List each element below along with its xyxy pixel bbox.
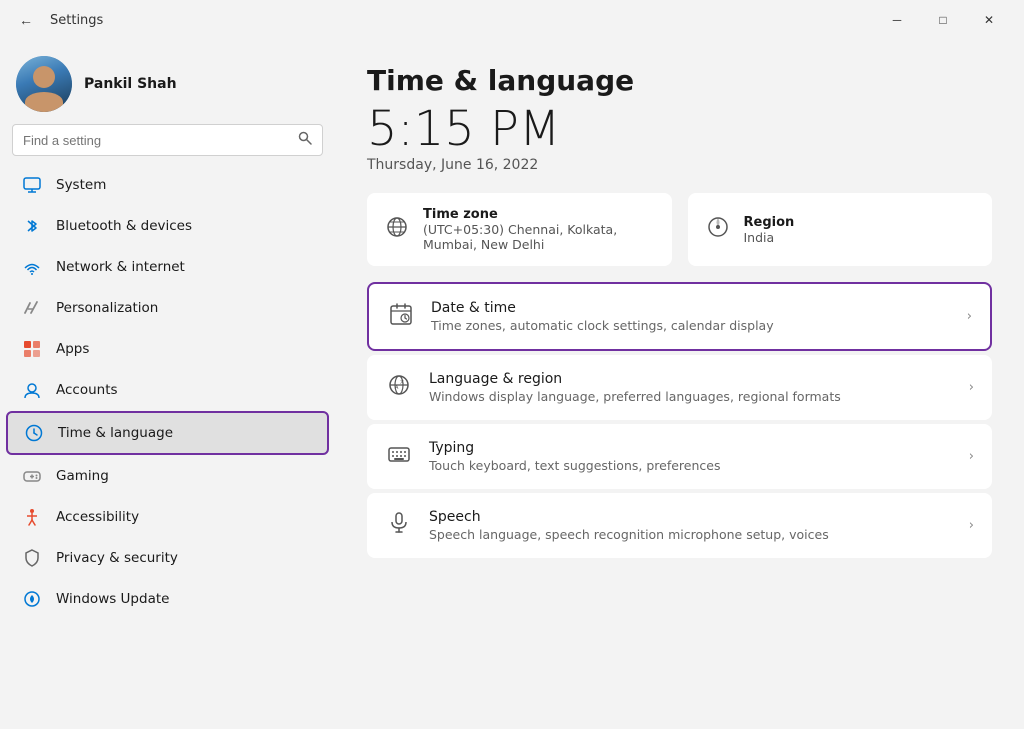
page-title: Time & language: [367, 64, 992, 97]
close-button[interactable]: ✕: [966, 4, 1012, 36]
sidebar-item-update[interactable]: Windows Update: [6, 579, 329, 619]
timezone-value: (UTC+05:30) Chennai, Kolkata, Mumbai, Ne…: [423, 222, 654, 252]
sidebar-item-accounts[interactable]: Accounts: [6, 370, 329, 410]
setting-speech[interactable]: Speech Speech language, speech recogniti…: [367, 493, 992, 558]
date-time-chevron: ›: [967, 309, 972, 324]
sidebar-label-personalization: Personalization: [56, 300, 158, 316]
sidebar-label-apps: Apps: [56, 341, 89, 357]
setting-language-region[interactable]: A文 Language & region Windows display lan…: [367, 355, 992, 420]
region-text: Region India: [744, 215, 795, 245]
title-bar: ← Settings ─ □ ✕: [0, 0, 1024, 40]
svg-text:A: A: [395, 385, 399, 391]
app-body: Pankil Shah System: [0, 40, 1024, 729]
language-region-text: Language & region Windows display langua…: [429, 371, 953, 404]
timezone-card: Time zone (UTC+05:30) Chennai, Kolkata, …: [367, 193, 672, 266]
time-icon: [24, 423, 44, 443]
speech-chevron: ›: [969, 518, 974, 533]
sidebar-item-accessibility[interactable]: Accessibility: [6, 497, 329, 537]
sidebar-item-privacy[interactable]: Privacy & security: [6, 538, 329, 578]
sidebar-label-network: Network & internet: [56, 259, 185, 275]
title-bar-left: ← Settings: [12, 6, 103, 34]
system-icon: [22, 175, 42, 195]
nav-menu: System Bluetooth & devices Network & int…: [0, 164, 335, 620]
accounts-icon: [22, 380, 42, 400]
current-time: 5:15 PM: [367, 105, 992, 153]
sidebar-label-update: Windows Update: [56, 591, 169, 607]
search-input[interactable]: [23, 133, 290, 148]
date-time-icon: [387, 302, 415, 332]
sidebar-label-time: Time & language: [58, 425, 173, 441]
language-icon: A文: [385, 373, 413, 403]
gaming-icon: [22, 466, 42, 486]
sidebar: Pankil Shah System: [0, 40, 335, 729]
user-name: Pankil Shah: [84, 76, 177, 92]
sidebar-label-privacy: Privacy & security: [56, 550, 178, 566]
privacy-icon: [22, 548, 42, 568]
search-box: [12, 124, 323, 156]
timezone-label: Time zone: [423, 207, 654, 222]
search-icon: [298, 131, 312, 149]
sidebar-label-accounts: Accounts: [56, 382, 118, 398]
typing-chevron: ›: [969, 449, 974, 464]
speech-text: Speech Speech language, speech recogniti…: [429, 509, 953, 542]
language-chevron: ›: [969, 380, 974, 395]
date-time-text: Date & time Time zones, automatic clock …: [431, 300, 951, 333]
setting-typing[interactable]: Typing Touch keyboard, text suggestions,…: [367, 424, 992, 489]
sidebar-label-accessibility: Accessibility: [56, 509, 139, 525]
update-icon: [22, 589, 42, 609]
typing-title: Typing: [429, 440, 953, 456]
sidebar-label-gaming: Gaming: [56, 468, 109, 484]
maximize-button[interactable]: □: [920, 4, 966, 36]
sidebar-item-system[interactable]: System: [6, 165, 329, 205]
title-bar-controls: ─ □ ✕: [874, 4, 1012, 36]
minimize-button[interactable]: ─: [874, 4, 920, 36]
network-icon: [22, 257, 42, 277]
typing-text: Typing Touch keyboard, text suggestions,…: [429, 440, 953, 473]
sidebar-label-bluetooth: Bluetooth & devices: [56, 218, 192, 234]
timezone-icon: [385, 215, 409, 245]
sidebar-item-gaming[interactable]: Gaming: [6, 456, 329, 496]
language-desc: Windows display language, preferred lang…: [429, 389, 953, 404]
sidebar-item-network[interactable]: Network & internet: [6, 247, 329, 287]
speech-desc: Speech language, speech recognition micr…: [429, 527, 953, 542]
setting-date-time[interactable]: Date & time Time zones, automatic clock …: [367, 282, 992, 351]
user-profile: Pankil Shah: [0, 40, 335, 124]
apps-icon: [22, 339, 42, 359]
accessibility-icon: [22, 507, 42, 527]
search-container: [0, 124, 335, 164]
region-icon: [706, 215, 730, 245]
avatar: [16, 56, 72, 112]
date-time-title: Date & time: [431, 300, 951, 316]
timezone-text: Time zone (UTC+05:30) Chennai, Kolkata, …: [423, 207, 654, 252]
speech-icon: [385, 511, 413, 541]
date-time-desc: Time zones, automatic clock settings, ca…: [431, 318, 951, 333]
language-title: Language & region: [429, 371, 953, 387]
speech-title: Speech: [429, 509, 953, 525]
sidebar-item-apps[interactable]: Apps: [6, 329, 329, 369]
current-date: Thursday, June 16, 2022: [367, 157, 992, 173]
sidebar-item-personalization[interactable]: Personalization: [6, 288, 329, 328]
sidebar-item-bluetooth[interactable]: Bluetooth & devices: [6, 206, 329, 246]
personalization-icon: [22, 298, 42, 318]
typing-icon: [385, 442, 413, 472]
window-title: Settings: [50, 13, 103, 28]
region-value: India: [744, 230, 795, 245]
info-row: Time zone (UTC+05:30) Chennai, Kolkata, …: [367, 193, 992, 266]
svg-text:文: 文: [400, 378, 404, 384]
region-label: Region: [744, 215, 795, 230]
region-card: Region India: [688, 193, 993, 266]
bluetooth-icon: [22, 216, 42, 236]
sidebar-label-system: System: [56, 177, 106, 193]
typing-desc: Touch keyboard, text suggestions, prefer…: [429, 458, 953, 473]
settings-list: Date & time Time zones, automatic clock …: [367, 282, 992, 558]
sidebar-item-time[interactable]: Time & language: [6, 411, 329, 455]
back-button[interactable]: ←: [12, 6, 40, 34]
content-area: Time & language 5:15 PM Thursday, June 1…: [335, 40, 1024, 729]
